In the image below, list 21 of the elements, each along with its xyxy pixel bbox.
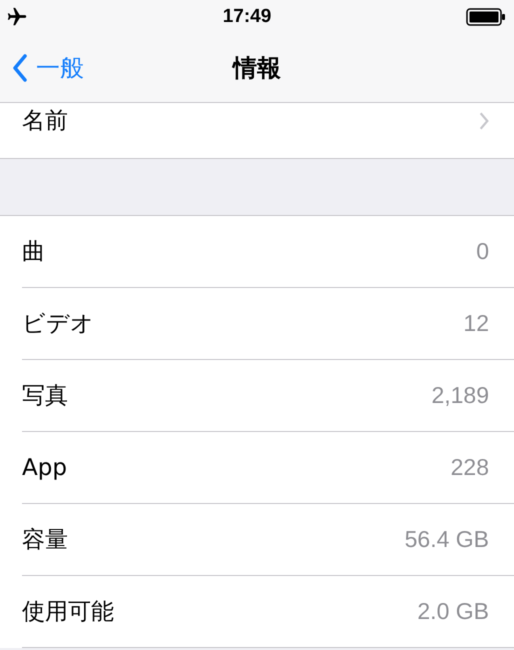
chevron-right-icon	[478, 111, 490, 131]
row-value: 12	[463, 310, 489, 337]
row-label: 使用可能	[22, 598, 114, 627]
row-label: 名前	[22, 107, 68, 136]
battery-icon	[466, 8, 506, 26]
row-value: 56.4 GB	[404, 526, 489, 553]
row-value: 0	[476, 238, 489, 265]
name-row[interactable]: 名前	[0, 103, 514, 159]
clock-time: 17:49	[222, 6, 272, 28]
row-value: 2.0 GB	[417, 598, 489, 625]
row-label: 容量	[22, 526, 68, 555]
row-label: 写真	[22, 382, 68, 411]
row-value: 2,189	[431, 382, 489, 409]
airplane-icon	[6, 6, 28, 28]
chevron-left-icon	[12, 54, 28, 82]
screen-title: 情報	[233, 52, 281, 84]
row-label: ビデオ	[22, 310, 94, 339]
row-label: App	[22, 454, 67, 480]
row-value: 228	[450, 454, 489, 481]
row-label: 曲	[22, 238, 45, 267]
back-button[interactable]: 一般	[0, 52, 84, 84]
